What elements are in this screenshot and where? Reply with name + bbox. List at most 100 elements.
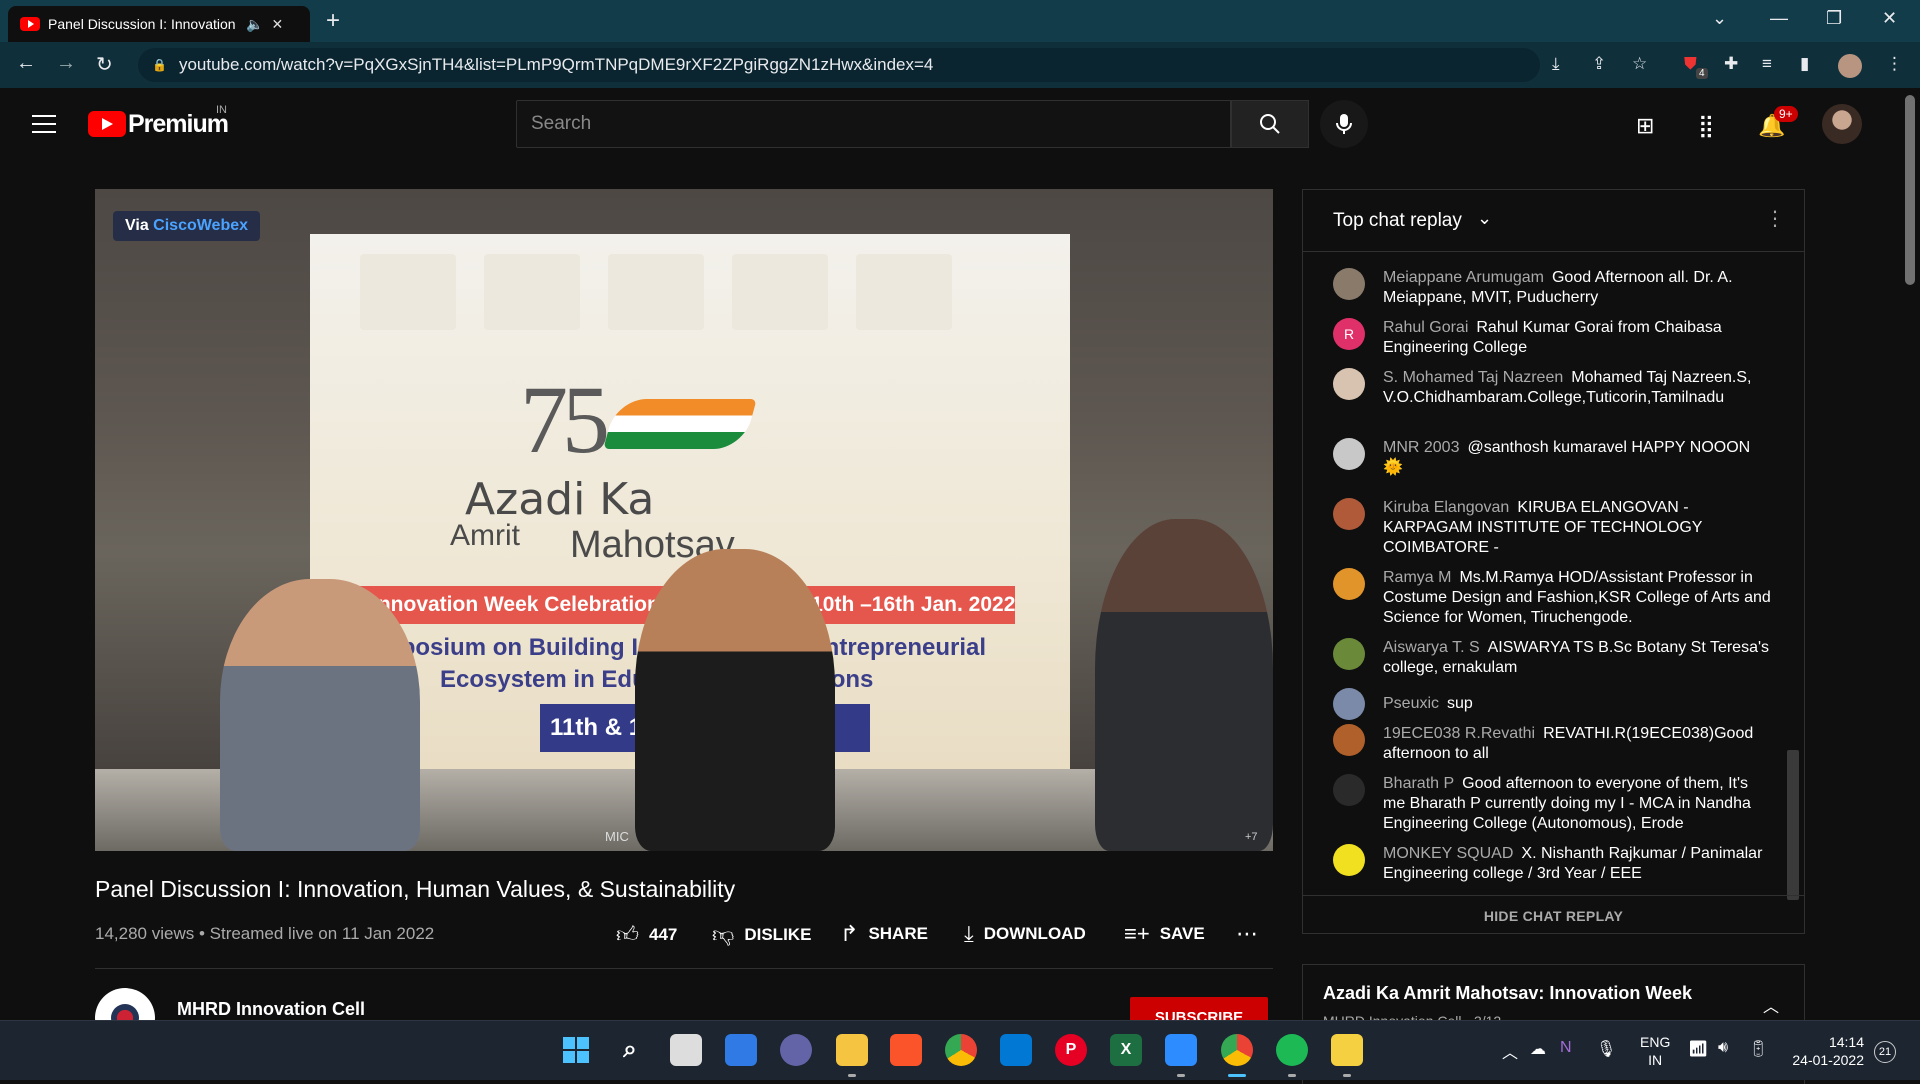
author-avatar[interactable] [1333, 724, 1365, 756]
chat-author[interactable]: Ramya M [1383, 569, 1451, 586]
author-avatar[interactable] [1333, 438, 1365, 470]
author-avatar[interactable]: R [1333, 318, 1365, 350]
file-explorer-icon[interactable] [836, 1034, 868, 1066]
banner-azadi-text: Azadi Ka [465, 474, 655, 525]
page-scrollbar[interactable] [1905, 95, 1915, 285]
chat-author[interactable]: MONKEY SQUAD [1383, 845, 1513, 862]
search-button[interactable] [1231, 100, 1309, 148]
search-input[interactable] [531, 113, 1216, 135]
chat-mode-selector[interactable]: Top chat replay [1333, 210, 1462, 232]
address-bar[interactable]: 🔒 youtube.com/watch?v=PqXGxSjnTH4&list=P… [138, 48, 1540, 82]
youtube-logo-icon[interactable] [88, 111, 126, 137]
author-avatar[interactable] [1333, 774, 1365, 806]
clock[interactable]: 14:14 24-01-2022 [1790, 1033, 1864, 1069]
chat-author[interactable]: 19ECE038 R.Revathi [1383, 725, 1535, 742]
save-button[interactable]: ≡+ SAVE [1124, 921, 1205, 947]
url-text[interactable]: youtube.com/watch?v=PqXGxSjnTH4&list=PLm… [179, 55, 933, 75]
notification-center-badge[interactable]: 21 [1874, 1041, 1896, 1063]
spotify-icon[interactable] [1276, 1034, 1308, 1066]
hamburger-menu-icon[interactable] [32, 115, 56, 133]
new-tab-button[interactable]: + [326, 7, 340, 35]
tab-audio-icon[interactable]: 🔈 [246, 16, 263, 33]
bookmark-star-icon[interactable]: ☆ [1632, 54, 1647, 74]
chat-message-list[interactable]: Meiappane Arumugam Good Afternoon all. Dr… [1303, 254, 1788, 894]
tray-overflow-chevron-icon[interactable]: ︿ [1502, 1039, 1518, 1063]
like-button[interactable]: 👍︎ 447 [616, 921, 677, 948]
author-avatar[interactable] [1333, 844, 1365, 876]
account-avatar[interactable] [1822, 104, 1862, 144]
chat-author[interactable]: Meiappane Arumugam [1383, 269, 1544, 286]
chat-author[interactable]: Rahul Gorai [1383, 319, 1468, 336]
chevron-up-icon[interactable]: ︿ [1763, 993, 1779, 1017]
extension-shield-icon[interactable]: ⛊ [1684, 54, 1697, 74]
chat-author[interactable]: Aiswarya T. S [1383, 639, 1480, 656]
side-panel-icon[interactable]: ▮ [1800, 54, 1809, 74]
playlist-title[interactable]: Azadi Ka Amrit Mahotsav: Innovation Week [1323, 983, 1692, 1004]
notes-app-icon[interactable] [1331, 1034, 1363, 1066]
author-avatar[interactable] [1333, 498, 1365, 530]
share-button[interactable]: ↱ SHARE [840, 921, 928, 947]
tray-microphone-icon[interactable]: 🎙︎ [1596, 1039, 1616, 1059]
voice-search-button[interactable] [1320, 100, 1368, 148]
share-page-icon[interactable]: ⇪ [1592, 54, 1606, 74]
forward-button[interactable]: → [56, 52, 76, 75]
download-button[interactable]: ⤓ DOWNLOAD [964, 921, 1086, 947]
restore-button[interactable]: ❐ [1826, 8, 1842, 29]
profile-avatar[interactable] [1838, 54, 1862, 78]
install-app-icon[interactable]: ⤓ [1552, 54, 1560, 74]
browser-tab-active[interactable]: Panel Discussion I: Innovation 🔈 ✕ [8, 6, 310, 42]
teams-chat-icon[interactable] [780, 1034, 812, 1066]
author-avatar[interactable] [1333, 268, 1365, 300]
reload-button[interactable]: ↻ [96, 52, 113, 77]
more-actions-button[interactable]: ⋯ [1236, 921, 1258, 947]
volume-icon[interactable]: 🔊︎ [1718, 1039, 1728, 1057]
tab-search-chevron-icon[interactable]: ⌄ [1712, 8, 1727, 29]
zoom-icon[interactable] [1165, 1034, 1197, 1066]
hide-chat-replay-button[interactable]: HIDE CHAT REPLAY [1303, 895, 1804, 933]
chat-author[interactable]: Bharath P [1383, 775, 1454, 792]
author-avatar[interactable] [1333, 638, 1365, 670]
chat-author[interactable]: Kiruba Elangovan [1383, 499, 1509, 516]
channel-name[interactable]: MHRD Innovation Cell [177, 999, 365, 1020]
create-video-icon[interactable]: ⊞ [1636, 113, 1654, 139]
lock-icon[interactable]: 🔒 [152, 58, 167, 72]
chat-scrollbar[interactable] [1787, 750, 1799, 900]
author-avatar[interactable] [1333, 568, 1365, 600]
excel-icon[interactable]: X [1110, 1034, 1142, 1066]
onedrive-cloud-icon[interactable]: ☁ [1530, 1039, 1546, 1059]
extensions-puzzle-icon[interactable]: ✚ [1724, 54, 1738, 74]
chat-more-options-icon[interactable]: ⋮ [1765, 206, 1785, 231]
microsoft-store-icon[interactable] [1000, 1034, 1032, 1066]
task-view-icon[interactable] [670, 1034, 702, 1066]
chevron-down-icon[interactable]: ⌄ [1477, 208, 1492, 229]
author-avatar[interactable] [1333, 368, 1365, 400]
widgets-icon[interactable] [725, 1034, 757, 1066]
dislike-button[interactable]: 👎︎ DISLIKE [712, 921, 811, 948]
apps-grid-icon[interactable]: ⣿ [1698, 113, 1714, 139]
search-box[interactable] [516, 100, 1231, 148]
chrome-icon[interactable] [945, 1034, 977, 1066]
media-control-icon[interactable]: ≡ [1762, 54, 1772, 74]
premium-logo-text[interactable]: Premium [128, 110, 229, 139]
video-player[interactable]: 75 Azadi Ka Amrit Mahotsav Innovation We… [95, 189, 1273, 851]
chat-message: MNR 2003 @santhosh kumaravel HAPPY NOOON … [1333, 438, 1773, 478]
windows-start-icon[interactable] [560, 1034, 592, 1066]
search-icon[interactable]: ⌕ [614, 1034, 646, 1066]
chat-author[interactable]: Pseuxic [1383, 695, 1439, 712]
close-window-button[interactable]: ✕ [1882, 8, 1897, 29]
input-language-indicator[interactable]: ENG IN [1640, 1033, 1670, 1069]
onenote-icon[interactable]: N [1560, 1039, 1572, 1057]
dislike-label: DISLIKE [744, 924, 812, 944]
chat-author[interactable]: S. Mohamed Taj Nazreen [1383, 369, 1563, 386]
wifi-icon[interactable]: 📶︎ [1688, 1039, 1708, 1059]
browser-menu-icon[interactable]: ⋮ [1886, 54, 1903, 74]
pinterest-icon[interactable]: P [1055, 1034, 1087, 1066]
chat-author[interactable]: MNR 2003 [1383, 439, 1459, 456]
back-button[interactable]: ← [16, 52, 36, 75]
author-avatar[interactable] [1333, 688, 1365, 720]
minimize-button[interactable]: — [1770, 8, 1788, 29]
tab-close-icon[interactable]: ✕ [271, 16, 283, 33]
brave-browser-icon[interactable] [890, 1034, 922, 1066]
battery-icon[interactable]: 🔋︎ [1748, 1039, 1768, 1059]
chrome-profile-icon[interactable] [1221, 1034, 1253, 1066]
